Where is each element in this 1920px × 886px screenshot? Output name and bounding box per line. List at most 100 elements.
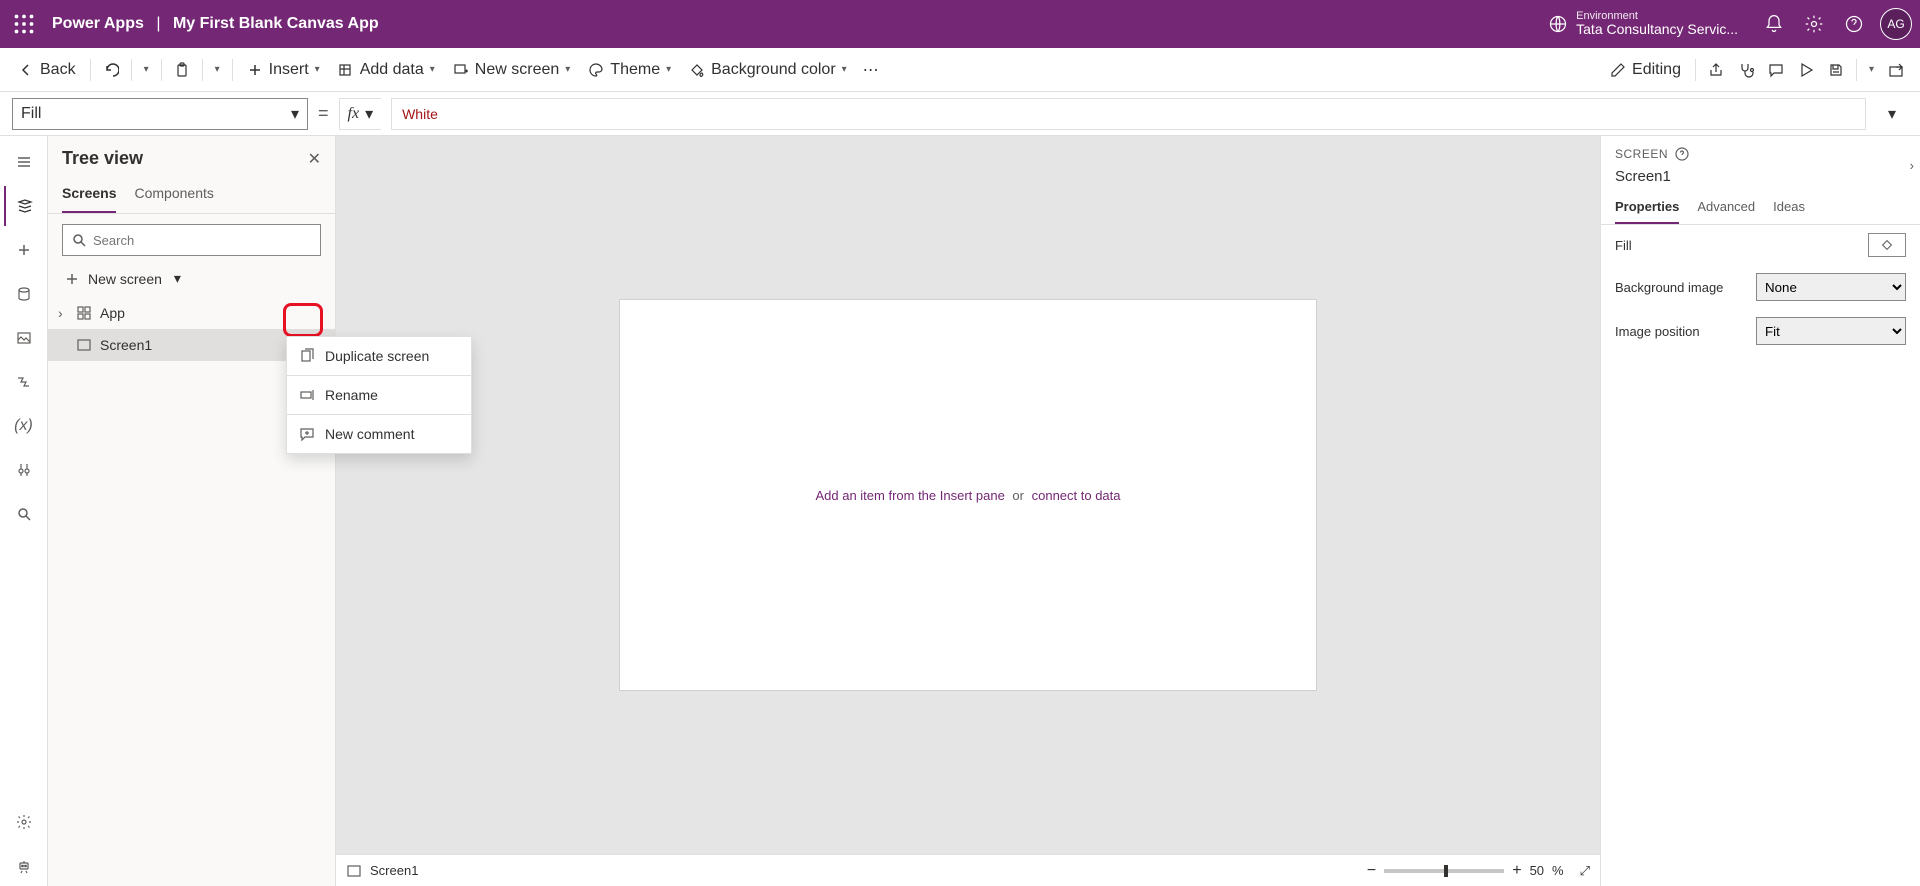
insert-pane-link[interactable]: Insert pane xyxy=(940,488,1005,503)
tab-screens[interactable]: Screens xyxy=(62,177,116,213)
bg-color-label: Background color xyxy=(711,61,836,79)
save-button[interactable] xyxy=(1822,54,1850,86)
zoom-unit: % xyxy=(1552,863,1564,878)
tab-ideas[interactable]: Ideas xyxy=(1773,193,1805,224)
zoom-in-button[interactable]: + xyxy=(1512,862,1521,880)
theme-label: Theme xyxy=(610,61,660,79)
rail-insert-icon[interactable] xyxy=(4,230,44,270)
chevron-down-icon: ▾ xyxy=(291,104,299,124)
chevron-down-icon: ▾ xyxy=(842,64,847,75)
paste-dropdown[interactable]: ▾ xyxy=(209,54,226,86)
menu-duplicate-screen[interactable]: Duplicate screen xyxy=(287,337,471,375)
rail-virtual-agent-icon[interactable] xyxy=(4,846,44,886)
search-icon xyxy=(71,232,87,248)
settings-gear-icon[interactable] xyxy=(1794,4,1834,44)
share-icon xyxy=(1708,62,1724,78)
notifications-icon[interactable] xyxy=(1754,4,1794,44)
header-title: Power Apps | My First Blank Canvas App xyxy=(52,15,379,33)
paste-button[interactable] xyxy=(168,54,196,86)
bgimage-select[interactable]: None xyxy=(1756,273,1906,301)
chevron-right-icon: › xyxy=(58,305,68,321)
rail-data-icon[interactable] xyxy=(4,274,44,314)
hint-or: or xyxy=(1012,488,1024,503)
status-bar: Screen1 − + 50 % ⤢ xyxy=(336,854,1600,886)
environment-picker[interactable]: Environment Tata Consultancy Servic... xyxy=(1548,10,1738,37)
property-selector[interactable]: Fill ▾ xyxy=(12,98,308,130)
collapse-panel-icon[interactable]: › xyxy=(1910,158,1914,173)
theme-button[interactable]: Theme ▾ xyxy=(580,54,679,86)
tab-components[interactable]: Components xyxy=(134,177,213,213)
waffle-icon[interactable] xyxy=(8,8,40,40)
comments-button[interactable] xyxy=(1762,54,1790,86)
close-icon[interactable]: ✕ xyxy=(308,149,321,169)
data-icon xyxy=(338,62,354,78)
rail-power-automate-icon[interactable] xyxy=(4,362,44,402)
imgpos-select[interactable]: Fit xyxy=(1756,317,1906,345)
selection-name: Screen1 xyxy=(1615,168,1906,185)
save-dropdown[interactable]: ▾ xyxy=(1863,54,1880,86)
zoom-out-button[interactable]: − xyxy=(1367,862,1376,880)
tree-view-panel: Tree view ✕ Screens Components New scree… xyxy=(48,136,336,886)
menu-new-comment[interactable]: New comment xyxy=(287,415,471,453)
rail-advanced-tools-icon[interactable] xyxy=(4,450,44,490)
play-button[interactable] xyxy=(1792,54,1820,86)
tree-search-input[interactable] xyxy=(93,233,312,248)
editing-mode-button[interactable]: Editing xyxy=(1602,54,1689,86)
rail-tree-view-icon[interactable] xyxy=(4,186,44,226)
user-avatar[interactable]: AG xyxy=(1880,8,1912,40)
connect-data-link[interactable]: connect to data xyxy=(1032,488,1121,503)
bg-color-button[interactable]: Background color ▾ xyxy=(681,54,855,86)
avatar-initials: AG xyxy=(1887,17,1904,31)
expand-formula-button[interactable]: ▾ xyxy=(1876,98,1908,130)
add-data-button[interactable]: Add data ▾ xyxy=(330,54,443,86)
insert-button[interactable]: Insert ▾ xyxy=(239,54,328,86)
left-rail: (x) xyxy=(0,136,48,886)
share-button[interactable] xyxy=(1702,54,1730,86)
canvas-area: Add an item from the Insert pane or conn… xyxy=(336,136,1600,886)
formula-input[interactable]: White xyxy=(391,98,1866,130)
chevron-down-icon: ▾ xyxy=(315,64,320,75)
arrow-left-icon xyxy=(18,62,34,78)
chevron-down-icon: ▾ xyxy=(1888,104,1896,124)
fill-color-swatch[interactable] xyxy=(1868,233,1906,257)
zoom-slider[interactable] xyxy=(1384,869,1504,873)
zoom-value: 50 xyxy=(1530,863,1544,878)
rail-hamburger-icon[interactable] xyxy=(4,142,44,182)
undo-dropdown[interactable]: ▾ xyxy=(138,54,155,86)
more-commands-button[interactable]: ⋯ xyxy=(857,54,885,86)
tab-ideas-label: Ideas xyxy=(1773,199,1805,214)
rail-settings-icon[interactable] xyxy=(4,802,44,842)
undo-button[interactable] xyxy=(97,54,125,86)
rail-search-icon[interactable] xyxy=(4,494,44,534)
screen-canvas[interactable]: Add an item from the Insert pane or conn… xyxy=(619,299,1317,691)
rail-variables-icon[interactable]: (x) xyxy=(4,406,44,446)
command-bar: Back ▾ ▾ Insert ▾ Add data ▾ New screen … xyxy=(0,48,1920,92)
help-icon[interactable] xyxy=(1834,4,1874,44)
fx-button[interactable]: fx ▾ xyxy=(339,98,382,130)
fx-icon: fx xyxy=(348,105,360,123)
back-button[interactable]: Back xyxy=(10,54,84,86)
tree-search[interactable] xyxy=(62,224,321,256)
menu-rename[interactable]: Rename xyxy=(287,376,471,414)
publish-button[interactable] xyxy=(1882,54,1910,86)
help-icon[interactable] xyxy=(1674,146,1690,162)
checker-button[interactable] xyxy=(1732,54,1760,86)
chevron-down-icon: ▾ xyxy=(174,270,181,287)
fit-to-window-button[interactable]: ⤢ xyxy=(1580,863,1590,879)
app-header: Power Apps | My First Blank Canvas App E… xyxy=(0,0,1920,48)
tree-node-app[interactable]: › App xyxy=(48,297,335,329)
rename-icon xyxy=(299,387,315,403)
chevron-down-icon: ▾ xyxy=(430,64,435,75)
tab-advanced[interactable]: Advanced xyxy=(1697,193,1755,224)
menu-new-comment-label: New comment xyxy=(325,426,414,442)
chevron-down-icon: ▾ xyxy=(666,64,671,75)
tree-new-screen-button[interactable]: New screen ▾ xyxy=(48,266,335,297)
tab-properties[interactable]: Properties xyxy=(1615,193,1679,224)
menu-rename-label: Rename xyxy=(325,387,378,403)
tab-properties-label: Properties xyxy=(1615,199,1679,214)
new-screen-button[interactable]: New screen ▾ xyxy=(445,54,579,86)
chevron-down-icon: ▾ xyxy=(1869,64,1874,75)
bucket-icon xyxy=(689,62,705,78)
screen-context-menu: Duplicate screen Rename New comment xyxy=(286,336,472,454)
rail-media-icon[interactable] xyxy=(4,318,44,358)
